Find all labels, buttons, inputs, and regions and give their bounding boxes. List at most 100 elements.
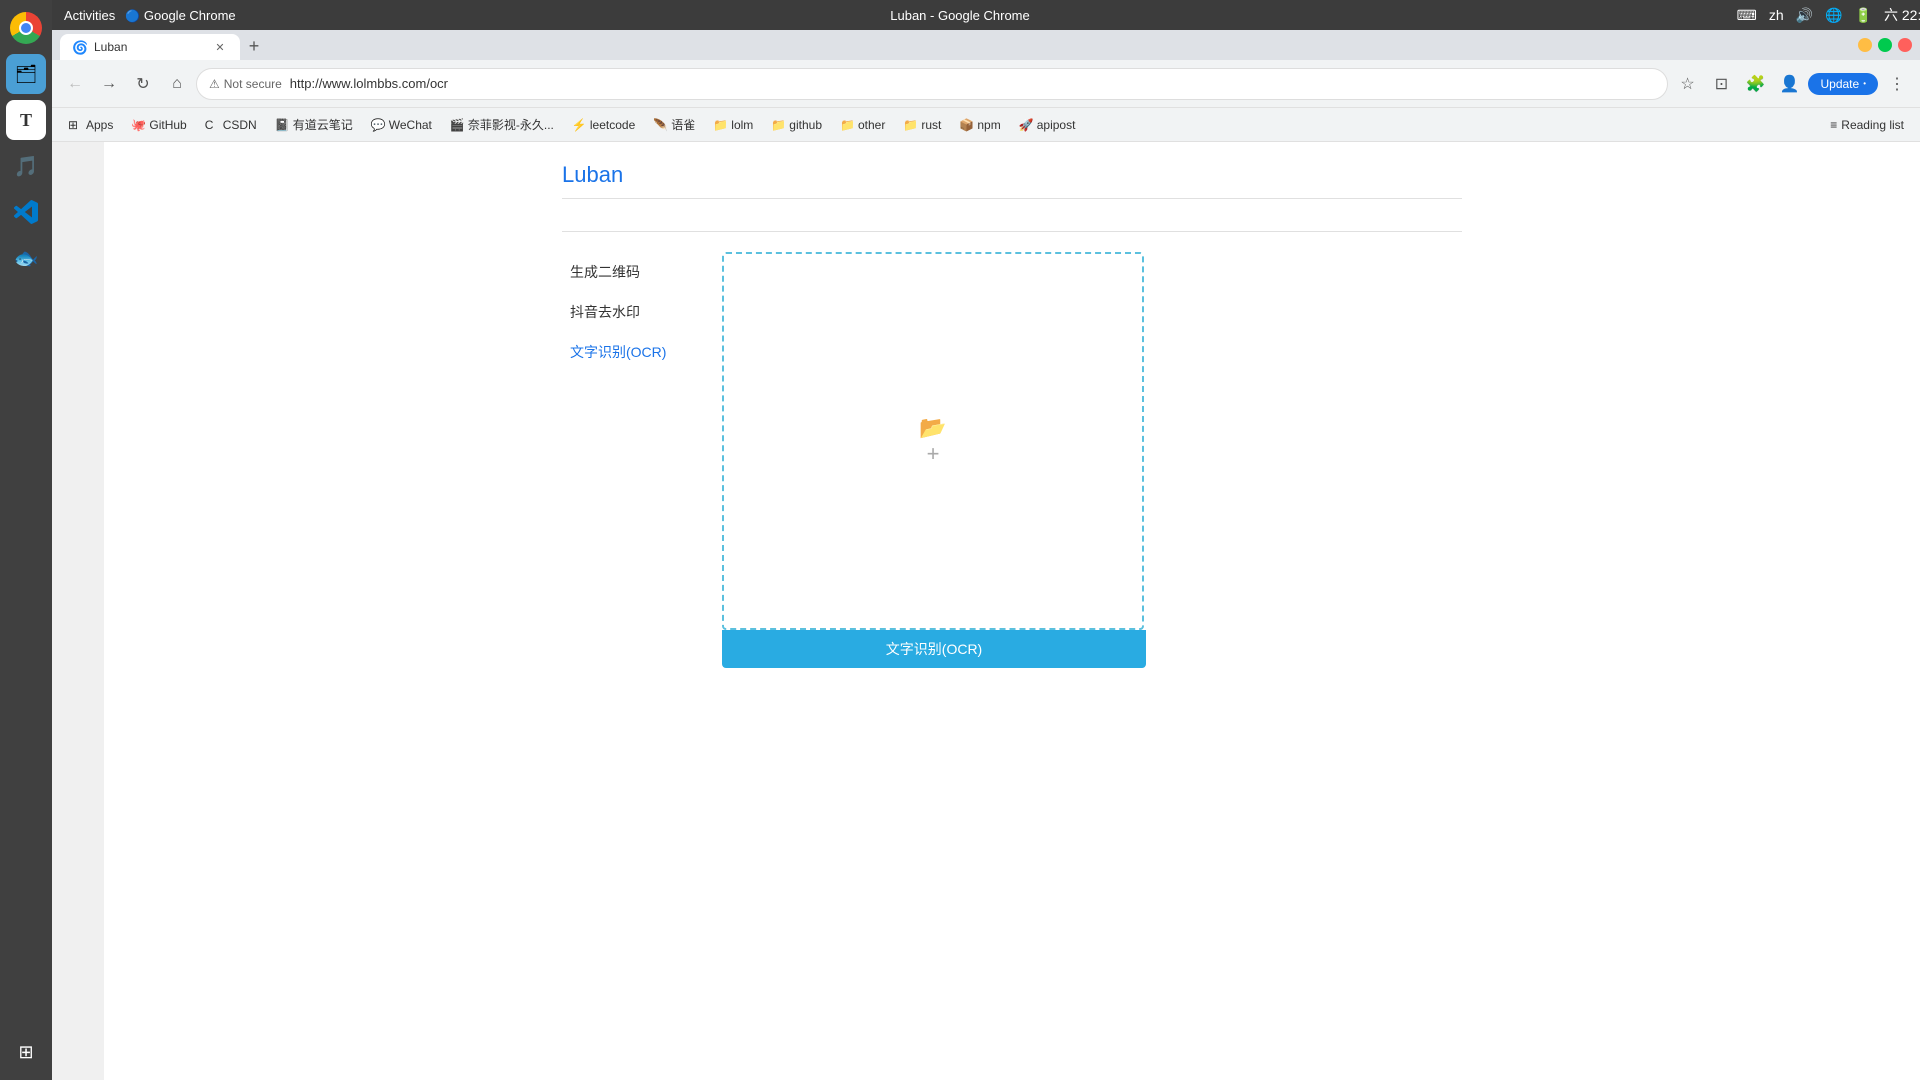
screenshot-button[interactable]: ⊡ [1706,69,1736,99]
sidebar-app-radiotray[interactable]: 🎵 [6,146,46,186]
menu-item-watermark[interactable]: 抖音去水印 [562,292,702,332]
lolm-icon: 📁 [713,118,727,132]
extensions-button[interactable]: 🧩 [1740,69,1770,99]
os-window-title: Luban - Google Chrome [890,8,1029,23]
bookmark-lolm[interactable]: 📁 lolm [705,114,761,136]
activities-label[interactable]: Activities [64,8,115,23]
bookmark-apipost[interactable]: 🚀 apipost [1011,114,1084,136]
sidebar-app-grid[interactable]: ⊞ [6,1032,46,1072]
bookmark-lolm-label: lolm [731,118,753,132]
tray-language[interactable]: zh [1769,7,1784,23]
npm-icon: 📦 [959,118,973,132]
bookmark-yuque-label: 语雀 [671,116,695,133]
tab-favicon: 🌀 [72,40,86,54]
bookmark-github2[interactable]: 📁 github [763,114,830,136]
profile-button[interactable]: 👤 [1774,69,1804,99]
yuque-icon: 🪶 [653,118,667,132]
chrome-nav-bar: ← → ↻ ⌂ ⚠ Not secure http://www.lolmbbs.… [52,60,1920,108]
bookmark-github[interactable]: 🐙 GitHub [123,114,194,136]
url-text: http://www.lolmbbs.com/ocr [290,76,448,91]
left-menu: 生成二维码 抖音去水印 文字识别(OCR) [562,252,702,668]
wechat-icon: 💬 [371,118,385,132]
page-content: Luban 生成二维码 抖音去水印 文字识别(OCR) 📂 + [562,162,1462,668]
tab-strip: 🌀 Luban ✕ + [60,30,268,60]
browser-content: Luban 生成二维码 抖音去水印 文字识别(OCR) 📂 + [104,142,1920,1080]
bookmark-apps[interactable]: ⊞ Apps [60,114,121,136]
os-tray: ⌨ zh 🔊 🌐 🔋 六 22:30 ⏻ [1737,5,1920,25]
tray-keyboard[interactable]: ⌨ [1737,7,1757,24]
github2-icon: 📁 [771,118,785,132]
reading-list-icon: ≡ [1830,118,1837,132]
apipost-icon: 🚀 [1019,118,1033,132]
tray-power[interactable]: 🔋 [1855,7,1872,24]
bookmarks-bar: ⊞ Apps 🐙 GitHub C CSDN 📓 有道云笔记 💬 WeChat … [52,108,1920,142]
folder-cursor-icon: 📂 [919,415,946,441]
menu-item-qrcode[interactable]: 生成二维码 [562,252,702,292]
bookmark-other-label: other [858,118,885,132]
other-icon: 📁 [840,118,854,132]
home-button[interactable]: ⌂ [162,69,192,99]
os-sidebar: 🗂 T 🎵 🐟 ⊞ [0,0,52,1080]
sidebar-app-text-editor[interactable]: T [6,100,46,140]
bookmark-csdn-label: CSDN [223,118,257,132]
page-title: Luban [562,162,1462,199]
bookmark-npm[interactable]: 📦 npm [951,114,1008,136]
address-bar[interactable]: ⚠ Not secure http://www.lolmbbs.com/ocr [196,68,1668,100]
bookmark-github-label: GitHub [149,118,186,132]
bookmark-apps-label: Apps [86,118,113,132]
os-top-bar: Activities 🔵 Google Chrome Luban - Googl… [52,0,1920,30]
bookmark-paifei-label: 奈菲影视-永久... [468,116,554,133]
new-tab-button[interactable]: + [240,32,268,60]
tab-title: Luban [94,40,127,54]
bookmark-github2-label: github [789,118,822,132]
bookmark-wechat-label: WeChat [389,118,432,132]
drop-zone[interactable]: 📂 + [722,252,1144,630]
os-bar-left: Activities 🔵 Google Chrome [64,8,236,23]
os-sidebar-bottom: ⊞ [6,1032,46,1072]
bookmark-rust[interactable]: 📁 rust [895,114,949,136]
menu-button[interactable]: ⋮ [1882,69,1912,99]
reading-list[interactable]: ≡ Reading list [1822,114,1912,136]
back-button[interactable]: ← [60,69,90,99]
bookmark-other[interactable]: 📁 other [832,114,893,136]
bookmark-leetcode[interactable]: ⚡ leetcode [564,114,643,136]
plus-cursor-icon: + [927,441,940,467]
forward-button[interactable]: → [94,69,124,99]
tray-sound[interactable]: 🔊 [1796,7,1813,24]
main-layout: 生成二维码 抖音去水印 文字识别(OCR) 📂 + 文字识别(OCR) [562,252,1462,668]
apps-icon: ⊞ [68,118,82,132]
bookmark-yuque[interactable]: 🪶 语雀 [645,112,703,137]
bookmark-csdn[interactable]: C CSDN [197,114,265,136]
reading-list-label: Reading list [1841,118,1904,132]
chrome-title-bar: 🌀 Luban ✕ + [52,30,1920,60]
bookmark-rust-label: rust [921,118,941,132]
update-button[interactable]: Update [1808,73,1878,95]
active-tab[interactable]: 🌀 Luban ✕ [60,34,240,60]
window-minimize[interactable] [1858,38,1872,52]
not-secure-indicator: ⚠ Not secure [209,77,282,91]
chrome-app-label: 🔵 Google Chrome [125,8,235,23]
bookmark-wechat[interactable]: 💬 WeChat [363,114,440,136]
sidebar-app-vscode[interactable] [6,192,46,232]
upload-cursor: 📂 + [919,415,946,467]
menu-item-ocr[interactable]: 文字识别(OCR) [562,332,702,372]
sidebar-app-files[interactable]: 🗂 [6,54,46,94]
github-icon: 🐙 [131,118,145,132]
csdn-icon: C [205,118,219,132]
window-close[interactable] [1898,38,1912,52]
tab-close-button[interactable]: ✕ [212,39,228,55]
bookmark-leetcode-label: leetcode [590,118,635,132]
ocr-submit-button[interactable]: 文字识别(OCR) [722,630,1146,668]
tray-time[interactable]: 六 22:30 [1884,5,1920,25]
bookmark-button[interactable]: ☆ [1672,69,1702,99]
sidebar-app-chrome[interactable] [6,8,46,48]
paifei-icon: 🎬 [450,118,464,132]
tray-network[interactable]: 🌐 [1825,7,1842,24]
bookmark-paifei[interactable]: 🎬 奈菲影视-永久... [442,112,562,137]
sidebar-app-unknown[interactable]: 🐟 [6,238,46,278]
leetcode-icon: ⚡ [572,118,586,132]
bookmark-youdao[interactable]: 📓 有道云笔记 [267,112,361,137]
bookmark-npm-label: npm [977,118,1000,132]
reload-button[interactable]: ↻ [128,69,158,99]
window-maximize[interactable] [1878,38,1892,52]
